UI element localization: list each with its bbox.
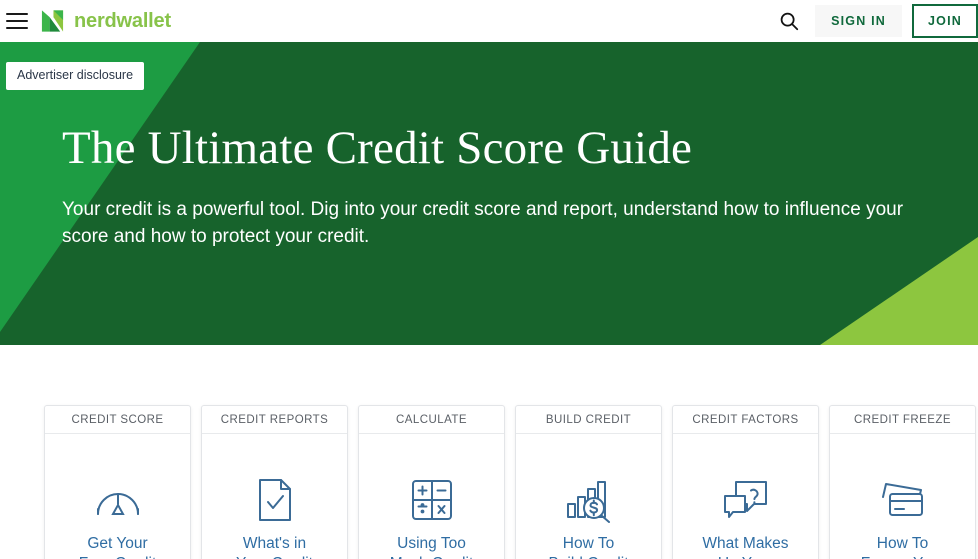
bar-chart-dollar-magnifier-icon	[565, 475, 613, 525]
top-navigation-bar: nerdwallet SIGN IN JOIN	[0, 0, 978, 42]
card-category-label: BUILD CREDIT	[545, 413, 632, 426]
hamburger-menu-icon[interactable]	[6, 13, 28, 29]
card-body: What Makes Up Your	[673, 434, 818, 559]
brand-name: nerdwallet	[74, 10, 171, 32]
hero-banner: Advertiser disclosure The Ultimate Credi…	[0, 42, 978, 345]
card-calculate[interactable]: CALCULATE Using Too	[358, 405, 505, 559]
card-header: CREDIT FREEZE	[830, 406, 975, 434]
hamburger-line	[6, 13, 28, 16]
card-body: Get Your Free Credit	[45, 434, 190, 559]
card-credit-score[interactable]: CREDIT SCORE Get Your Free Credit	[44, 405, 191, 559]
hero-decoration-triangle-right	[820, 237, 978, 345]
card-link-line2: Much Credit	[390, 555, 474, 559]
card-link-line2: Freeze Your	[861, 555, 945, 559]
search-icon[interactable]	[769, 0, 809, 42]
card-credit-reports[interactable]: CREDIT REPORTS What's in Your Credit	[201, 405, 348, 559]
join-button[interactable]: JOIN	[912, 4, 978, 38]
card-category-label: CREDIT REPORTS	[220, 413, 329, 426]
card-link-text[interactable]: Get Your Free Credit	[73, 534, 163, 559]
card-header: CREDIT FACTORS	[673, 406, 818, 434]
card-credit-factors[interactable]: CREDIT FACTORS What Makes Up Your	[672, 405, 819, 559]
brand-logo-link[interactable]: nerdwallet	[40, 8, 171, 34]
card-body: How To Build Credit	[516, 434, 661, 559]
hamburger-line	[6, 26, 28, 29]
card-link-line1: How To	[562, 535, 615, 552]
card-link-line1: What's in	[242, 535, 307, 552]
nav-actions: SIGN IN JOIN	[769, 0, 978, 42]
page-subtitle: Your credit is a powerful tool. Dig into…	[62, 198, 904, 247]
card-link-text[interactable]: What Makes Up Your	[696, 534, 794, 559]
card-category-label: CREDIT FACTORS	[692, 413, 799, 426]
card-category-label: CREDIT SCORE	[71, 413, 164, 426]
card-link-text[interactable]: How To Build Credit	[542, 534, 634, 559]
card-body: What's in Your Credit	[202, 434, 347, 559]
nerdwallet-n-logo-icon	[41, 10, 64, 32]
card-link-text[interactable]: What's in Your Credit	[230, 534, 319, 559]
card-link-line1: How To	[876, 535, 929, 552]
card-header: CALCULATE	[359, 406, 504, 434]
card-credit-freeze[interactable]: CREDIT FREEZE How To Freeze Your	[829, 405, 976, 559]
credit-cards-icon	[878, 475, 928, 525]
card-link-text[interactable]: How To Freeze Your	[855, 534, 951, 559]
card-category-label: CALCULATE	[396, 413, 467, 426]
card-header: CREDIT REPORTS	[202, 406, 347, 434]
card-category-label: CREDIT FREEZE	[853, 413, 951, 426]
page-title: The Ultimate Credit Score Guide	[62, 122, 693, 174]
card-header: BUILD CREDIT	[516, 406, 661, 434]
speech-bubbles-question-icon	[721, 475, 771, 525]
category-cards-section: CREDIT SCORE Get Your Free Credit	[0, 345, 978, 559]
card-body: Using Too Much Credit	[359, 434, 504, 559]
hamburger-line	[6, 19, 28, 23]
card-build-credit[interactable]: BUILD CREDIT How To	[515, 405, 662, 559]
card-link-text[interactable]: Using Too Much Credit	[384, 534, 480, 559]
card-link-line1: Get Your	[87, 535, 148, 552]
advertiser-disclosure-button[interactable]: Advertiser disclosure	[6, 62, 145, 90]
card-body: How To Freeze Your	[830, 434, 975, 559]
card-link-line2: Your Credit	[236, 555, 313, 559]
speedometer-gauge-icon	[95, 475, 141, 525]
card-header: CREDIT SCORE	[45, 406, 190, 434]
document-checkmark-icon	[256, 475, 294, 525]
card-link-line1: Using Too	[397, 535, 466, 552]
card-link-line1: What Makes	[702, 535, 789, 552]
hero-content: The Ultimate Credit Score Guide Your cre…	[0, 42, 978, 251]
sign-in-button[interactable]: SIGN IN	[815, 5, 903, 37]
card-link-line2: Free Credit	[79, 555, 157, 559]
card-link-line2: Build Credit	[548, 555, 628, 559]
category-cards-row: CREDIT SCORE Get Your Free Credit	[0, 405, 978, 559]
card-link-line2: Up Your	[718, 555, 773, 559]
calculator-icon	[410, 475, 454, 525]
